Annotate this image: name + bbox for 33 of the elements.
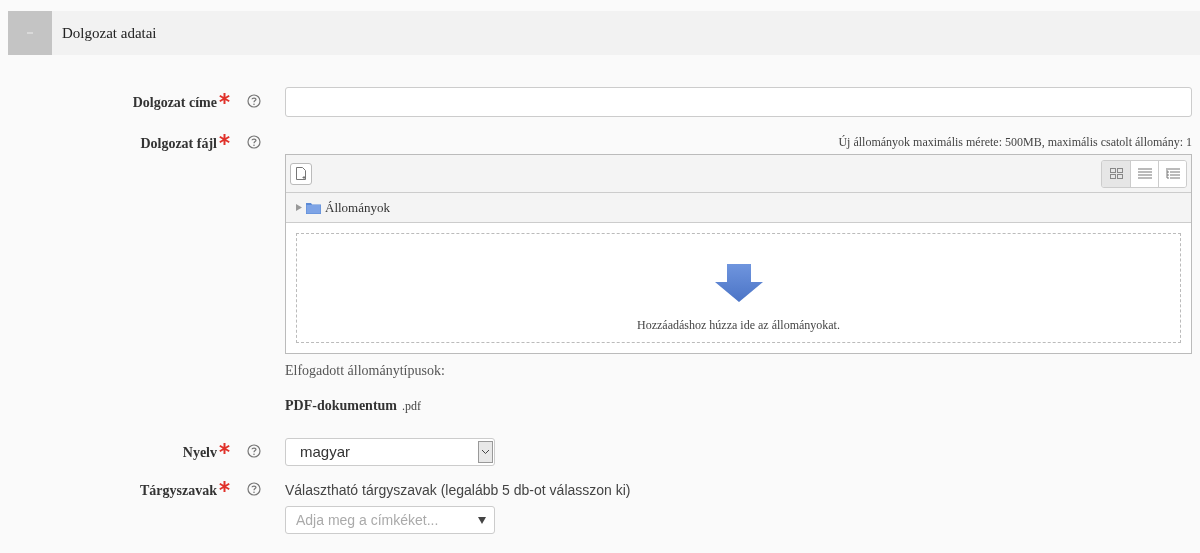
dropdown-icon [478, 441, 493, 463]
list-view-icon [1137, 168, 1152, 179]
help-icon[interactable] [247, 443, 261, 458]
expand-arrow-icon[interactable] [296, 204, 302, 211]
accepted-types-label: Elfogadott állománytípusok: [285, 362, 446, 380]
folder-link[interactable]: Állományok [325, 197, 390, 218]
grid-view-icon [1109, 168, 1123, 179]
tags-hint: Választható tárgyszavak (legalább 5 db-ot válasszon ki) [285, 481, 631, 500]
drop-hint: Hozzáadáshoz húzza ide az állományokat. [637, 317, 840, 334]
help-icon[interactable] [247, 93, 261, 108]
file-type-name: PDF-dokumentum [285, 397, 397, 415]
collapse-toggle[interactable] [8, 11, 52, 55]
field-label: Nyelv [182, 443, 217, 462]
language-select[interactable]: magyar [285, 438, 495, 466]
down-arrow-icon [713, 264, 764, 302]
view-toggle[interactable] [1158, 160, 1186, 187]
view-toggle[interactable] [1102, 160, 1130, 187]
folder-icon [306, 201, 321, 214]
file-extension: .pdf [402, 398, 421, 415]
tree-view-icon [1165, 168, 1180, 179]
drop-zone[interactable]: Hozzáadáshoz húzza ide az állományokat. [296, 233, 1181, 343]
field-label: Tárgyszavak [140, 482, 217, 500]
help-icon[interactable] [247, 482, 261, 496]
limits-text: Új állományok maximális mérete: 500MB, maximális csatolt állomány: 1 [838, 134, 1192, 151]
new-file-icon [295, 167, 307, 180]
field-label: Dolgozat fájl [140, 135, 217, 153]
field-label: Dolgozat címe [132, 93, 217, 112]
help-icon[interactable] [247, 135, 261, 149]
add-file-button[interactable] [290, 162, 312, 185]
title-input[interactable] [285, 87, 1192, 117]
view-toggle[interactable] [1130, 160, 1158, 187]
caret-icon [478, 516, 486, 524]
section-title: Dolgozat adatai [62, 23, 157, 43]
